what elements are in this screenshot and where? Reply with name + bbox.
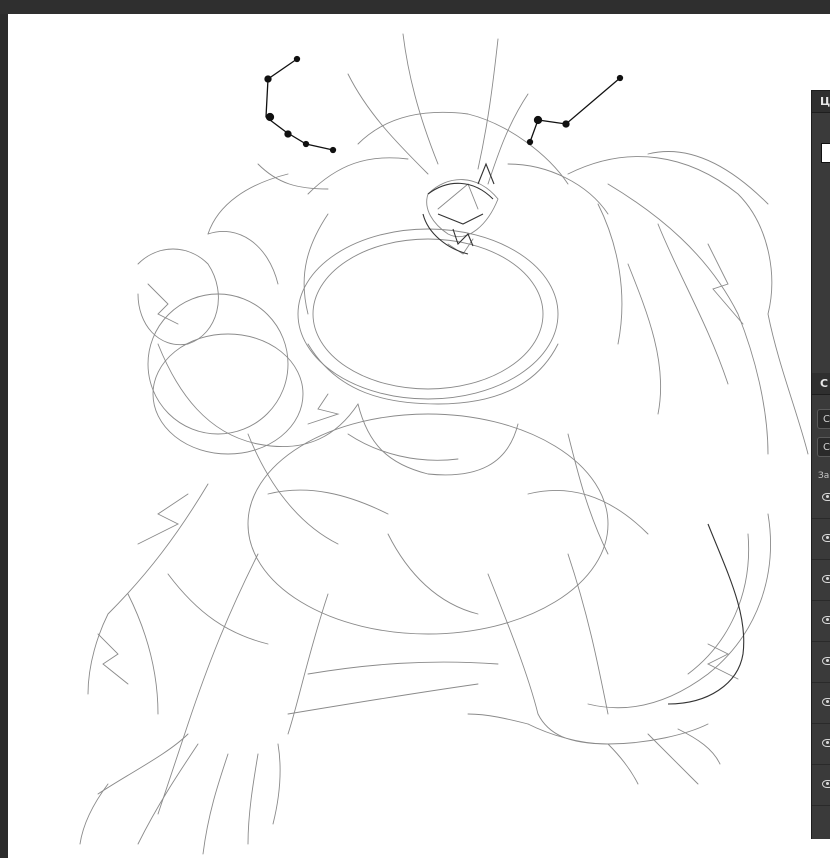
sketch-artwork [79, 33, 809, 855]
layer-row[interactable] [812, 520, 830, 560]
eye-icon[interactable] [822, 698, 830, 706]
layer-row[interactable] [812, 602, 830, 642]
eye-icon[interactable] [822, 616, 830, 624]
eye-icon[interactable] [822, 739, 830, 747]
layer-row[interactable] [812, 643, 830, 683]
side-panels: Ц С С С За [811, 90, 830, 839]
layer-row[interactable] [812, 725, 830, 765]
eye-icon[interactable] [822, 575, 830, 583]
layer-row[interactable] [812, 479, 830, 519]
eye-icon[interactable] [822, 493, 830, 501]
drawing-canvas[interactable] [8, 14, 823, 858]
layer-row[interactable] [812, 561, 830, 601]
top-toolbar-strip [0, 0, 830, 14]
layer-row[interactable] [812, 766, 830, 806]
eye-icon[interactable] [822, 780, 830, 788]
layers-panel-title[interactable]: С [812, 373, 830, 395]
constellation-right [526, 74, 624, 146]
eye-icon[interactable] [822, 534, 830, 542]
eye-icon[interactable] [822, 657, 830, 665]
foreground-color-swatch[interactable] [821, 143, 830, 163]
layer-row[interactable] [812, 684, 830, 724]
blend-mode-select[interactable]: С [817, 409, 830, 429]
opacity-field[interactable]: С [817, 437, 830, 457]
color-panel-title[interactable]: Ц [812, 91, 830, 113]
constellation-left [264, 55, 337, 154]
